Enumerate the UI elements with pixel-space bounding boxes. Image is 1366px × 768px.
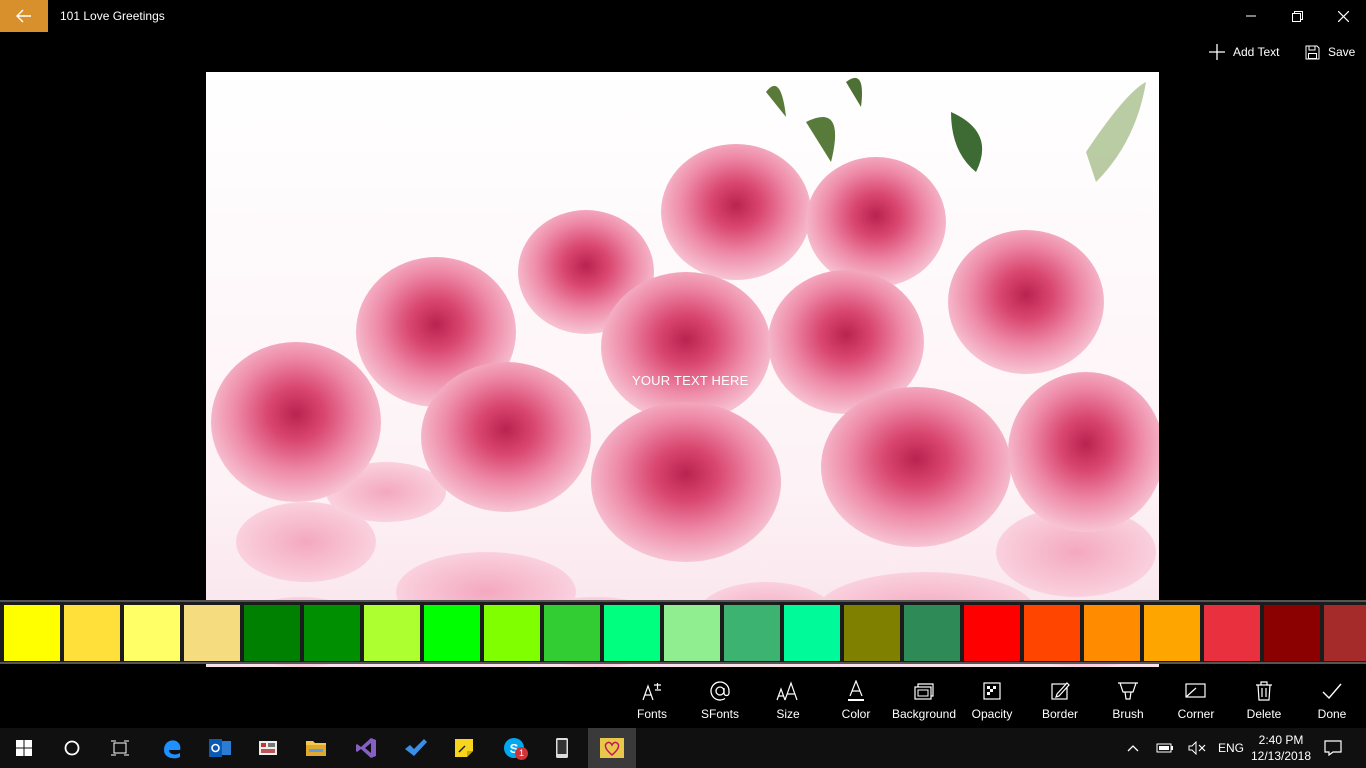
- task-view-button[interactable]: [96, 728, 144, 768]
- plus-icon: [1209, 44, 1225, 60]
- chevron-up-icon: [1127, 745, 1139, 752]
- show-hidden-icons-button[interactable]: [1120, 728, 1146, 768]
- font-color-icon: [848, 680, 864, 701]
- color-swatch[interactable]: [844, 605, 900, 661]
- sticky-notes-icon: [455, 739, 473, 757]
- done-button[interactable]: Done: [1298, 672, 1366, 728]
- edge-icon: [164, 740, 181, 759]
- taskbar: S 1 ENG 2:40 PM 12/13/2018: [0, 728, 1366, 768]
- color-swatch[interactable]: [1204, 605, 1260, 661]
- border-icon: [1051, 682, 1070, 700]
- fonts-icon: [642, 683, 661, 701]
- add-text-label: Add Text: [1233, 45, 1280, 59]
- todo-button[interactable]: [392, 728, 440, 768]
- corner-icon: [1185, 683, 1206, 698]
- roses-photo: [206, 72, 1159, 667]
- checkmark-icon: [1322, 683, 1342, 700]
- color-swatch[interactable]: [544, 605, 600, 661]
- save-icon: [1305, 45, 1320, 59]
- minimize-button[interactable]: [1228, 0, 1274, 32]
- color-swatch[interactable]: [1024, 605, 1080, 661]
- color-swatch[interactable]: [904, 605, 960, 661]
- todo-icon: [405, 739, 427, 756]
- cortana-icon: [64, 740, 80, 756]
- file-explorer-icon: [306, 741, 326, 756]
- back-arrow-icon: [16, 9, 31, 23]
- trash-icon: [1256, 681, 1272, 701]
- phone-button[interactable]: [538, 728, 586, 768]
- color-swatch[interactable]: [484, 605, 540, 661]
- skype-badge: 1: [515, 747, 528, 760]
- skype-button[interactable]: S 1: [490, 728, 538, 768]
- clock[interactable]: 2:40 PM 12/13/2018: [1248, 728, 1314, 768]
- greeting-canvas[interactable]: YOUR TEXT HERE: [206, 72, 1159, 667]
- color-swatch[interactable]: [304, 605, 360, 661]
- close-icon: [1337, 10, 1349, 22]
- phone-icon: [556, 738, 568, 758]
- opacity-icon: [983, 682, 1001, 700]
- save-label: Save: [1328, 45, 1356, 59]
- notification-icon: [1324, 740, 1342, 756]
- edge-button[interactable]: [148, 728, 196, 768]
- action-center-button[interactable]: [1320, 728, 1346, 768]
- color-swatch[interactable]: [784, 605, 840, 661]
- save-button[interactable]: Save: [1305, 40, 1355, 64]
- start-button[interactable]: [0, 728, 48, 768]
- color-swatch[interactable]: [64, 605, 120, 661]
- minimize-icon: [1246, 15, 1256, 17]
- color-swatch[interactable]: [184, 605, 240, 661]
- color-swatch[interactable]: [364, 605, 420, 661]
- visual-studio-icon: [356, 738, 376, 758]
- cortana-button[interactable]: [48, 728, 96, 768]
- color-palette: [0, 600, 1366, 664]
- color-swatch[interactable]: [664, 605, 720, 661]
- task-view-icon: [111, 740, 129, 756]
- clock-time: 2:40 PM: [1258, 733, 1304, 747]
- restore-icon: [1291, 10, 1303, 22]
- color-swatch[interactable]: [1084, 605, 1140, 661]
- start-icon: [16, 740, 32, 756]
- done-label: Done: [1317, 707, 1347, 721]
- clock-date: 12/13/2018: [1250, 749, 1312, 763]
- app-button[interactable]: [244, 728, 292, 768]
- battery-icon: [1156, 743, 1173, 753]
- color-swatch[interactable]: [124, 605, 180, 661]
- at-sign-icon: [710, 681, 730, 701]
- volume-button[interactable]: [1184, 728, 1210, 768]
- love-greetings-icon: [600, 738, 624, 758]
- tool-bar: Fonts SFonts Size Color Background Opaci…: [0, 672, 1366, 728]
- sticky-notes-button[interactable]: [440, 728, 488, 768]
- battery-button[interactable]: [1152, 728, 1178, 768]
- title-bar: 101 Love Greetings: [0, 0, 1366, 32]
- color-swatch[interactable]: [604, 605, 660, 661]
- font-size-icon: [776, 681, 798, 701]
- brush-icon: [1118, 682, 1138, 700]
- add-text-button[interactable]: Add Text: [1209, 40, 1279, 64]
- close-button[interactable]: [1320, 0, 1366, 32]
- color-swatch[interactable]: [724, 605, 780, 661]
- app-icon: [259, 741, 277, 755]
- outlook-icon: [209, 739, 231, 757]
- language-indicator[interactable]: ENG: [1214, 728, 1248, 768]
- color-swatch[interactable]: [1144, 605, 1200, 661]
- color-swatch[interactable]: [4, 605, 60, 661]
- back-button[interactable]: [0, 0, 48, 32]
- file-explorer-button[interactable]: [292, 728, 340, 768]
- overlay-text[interactable]: YOUR TEXT HERE: [632, 373, 748, 388]
- color-swatch[interactable]: [424, 605, 480, 661]
- visual-studio-button[interactable]: [342, 728, 390, 768]
- background-icon: [914, 683, 934, 700]
- love-greetings-button[interactable]: [588, 728, 636, 768]
- restore-button[interactable]: [1274, 0, 1320, 32]
- color-swatch[interactable]: [964, 605, 1020, 661]
- volume-muted-icon: [1188, 741, 1206, 755]
- color-swatch[interactable]: [1324, 605, 1366, 661]
- outlook-button[interactable]: [196, 728, 244, 768]
- app-title: 101 Love Greetings: [60, 9, 165, 23]
- color-swatch[interactable]: [1264, 605, 1320, 661]
- color-swatch[interactable]: [244, 605, 300, 661]
